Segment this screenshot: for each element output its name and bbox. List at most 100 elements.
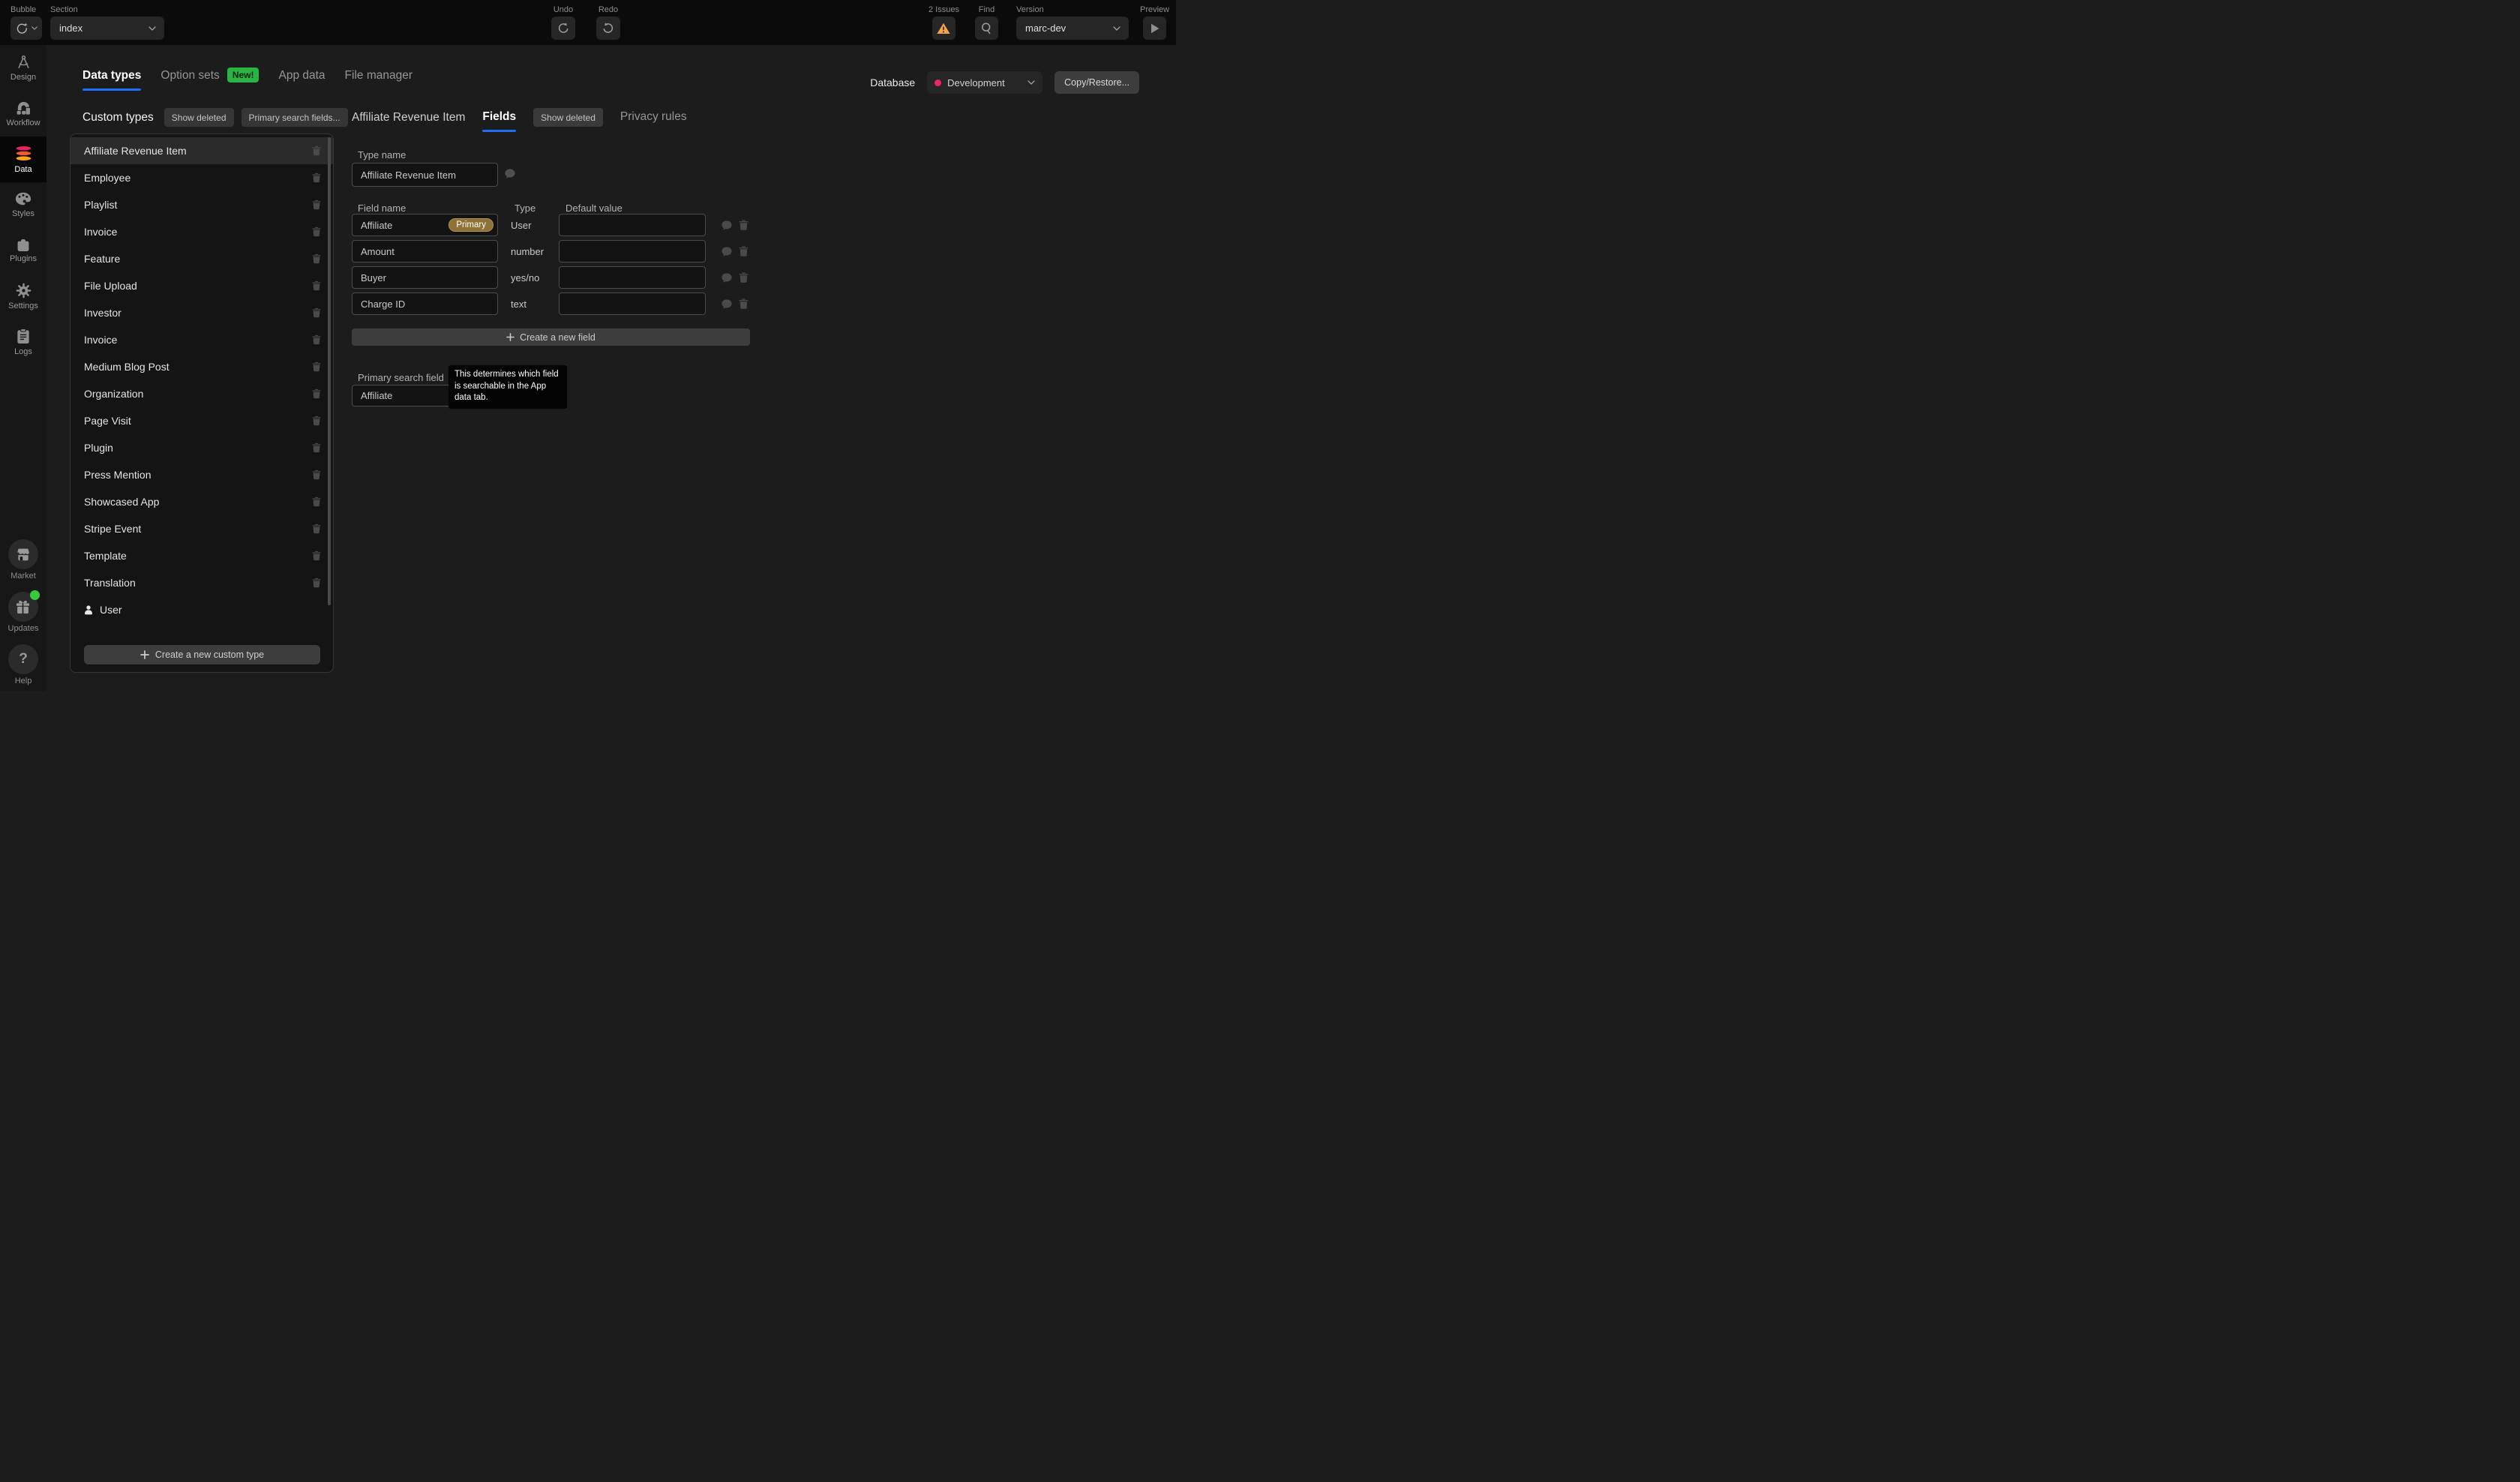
tab-option-sets[interactable]: Option sets New! xyxy=(160,69,259,91)
trash-icon[interactable] xyxy=(739,220,748,230)
field-name-value: Charge ID xyxy=(361,298,405,310)
show-deleted-button[interactable]: Show deleted xyxy=(164,108,234,127)
sidebar-item-styles[interactable]: Styles xyxy=(0,182,46,228)
sidebar-item-plugins[interactable]: Plugins xyxy=(0,228,46,274)
bubble-menu-button[interactable] xyxy=(10,16,42,40)
undo-button[interactable] xyxy=(551,16,575,40)
sidebar-item-market[interactable]: Market xyxy=(8,539,38,580)
custom-type-label: Affiliate Revenue Item xyxy=(84,145,187,157)
trash-icon[interactable] xyxy=(312,226,321,237)
default-value-input[interactable] xyxy=(559,214,706,236)
trash-icon[interactable] xyxy=(739,272,748,283)
custom-type-row[interactable]: Affiliate Revenue Item xyxy=(70,137,333,164)
trash-icon[interactable] xyxy=(312,524,321,534)
tab-privacy-rules[interactable]: Privacy rules xyxy=(620,110,687,125)
sidebar-item-design[interactable]: Design xyxy=(0,45,46,91)
custom-type-row[interactable]: Medium Blog Post xyxy=(70,353,333,380)
sidebar-item-help[interactable]: ? Help xyxy=(8,644,38,686)
default-value-input[interactable] xyxy=(559,240,706,262)
field-name-input[interactable]: Buyer xyxy=(352,266,498,289)
issues-button[interactable] xyxy=(932,16,956,40)
custom-type-row[interactable]: Feature xyxy=(70,245,333,272)
custom-type-row[interactable]: Template xyxy=(70,542,333,569)
sidebar-item-updates[interactable]: Updates xyxy=(8,592,39,633)
trash-icon[interactable] xyxy=(312,254,321,264)
custom-type-label: Press Mention xyxy=(84,469,151,481)
custom-type-row[interactable]: Translation xyxy=(70,569,333,596)
sidebar-item-data[interactable]: Data xyxy=(0,136,46,182)
comment-icon[interactable] xyxy=(722,247,732,256)
trash-icon[interactable] xyxy=(312,578,321,588)
find-group: Find xyxy=(975,5,998,40)
tab-data-types[interactable]: Data types xyxy=(82,69,141,91)
plugin-icon xyxy=(15,239,32,251)
trash-icon[interactable] xyxy=(312,470,321,480)
custom-type-row[interactable]: Invoice xyxy=(70,218,333,245)
trash-icon[interactable] xyxy=(312,334,321,345)
custom-type-row[interactable]: User xyxy=(70,596,333,623)
selected-type-title: Affiliate Revenue Item xyxy=(352,111,465,124)
environment-dropdown[interactable]: Development xyxy=(927,71,1042,94)
show-deleted-fields-button[interactable]: Show deleted xyxy=(533,108,603,127)
version-dropdown[interactable]: marc-dev xyxy=(1016,16,1129,40)
sidebar-item-logs[interactable]: Logs xyxy=(0,320,46,365)
sidebar-item-workflow[interactable]: Workflow xyxy=(0,91,46,136)
find-button[interactable] xyxy=(975,16,998,40)
logs-clipboard-icon xyxy=(16,328,30,344)
trash-icon[interactable] xyxy=(312,146,321,156)
comment-icon[interactable] xyxy=(722,220,732,230)
trash-icon[interactable] xyxy=(739,298,748,309)
field-name-input[interactable]: Amount xyxy=(352,240,498,262)
trash-icon[interactable] xyxy=(312,308,321,318)
redo-button[interactable] xyxy=(596,16,620,40)
copy-restore-button[interactable]: Copy/Restore... xyxy=(1054,71,1139,94)
custom-type-row[interactable]: File Upload xyxy=(70,272,333,299)
default-value-input[interactable] xyxy=(559,266,706,289)
comment-icon[interactable] xyxy=(722,299,732,309)
trash-icon[interactable] xyxy=(312,442,321,453)
tab-app-data[interactable]: App data xyxy=(278,69,325,91)
type-detail-header: Affiliate Revenue Item Fields Show delet… xyxy=(352,108,687,127)
custom-type-row[interactable]: Showcased App xyxy=(70,488,333,515)
sidebar-item-settings[interactable]: Settings xyxy=(0,274,46,320)
custom-type-row[interactable]: Plugin xyxy=(70,434,333,461)
custom-type-label: Showcased App xyxy=(84,496,159,508)
custom-type-row[interactable]: Employee xyxy=(70,164,333,191)
preview-button[interactable] xyxy=(1143,16,1166,40)
list-scrollbar[interactable] xyxy=(328,137,331,605)
trash-icon[interactable] xyxy=(312,416,321,426)
trash-icon[interactable] xyxy=(312,200,321,210)
trash-icon[interactable] xyxy=(312,362,321,372)
type-name-input[interactable] xyxy=(352,163,498,187)
custom-type-label: Investor xyxy=(84,307,122,319)
tab-label: File manager xyxy=(345,69,412,91)
trash-icon[interactable] xyxy=(312,172,321,183)
tab-file-manager[interactable]: File manager xyxy=(345,69,412,91)
trash-icon[interactable] xyxy=(312,496,321,507)
field-name-input[interactable]: Charge ID xyxy=(352,292,498,315)
custom-type-row[interactable]: Organization xyxy=(70,380,333,407)
data-tabs: Data types Option sets New! App data Fil… xyxy=(82,69,412,91)
field-name-input[interactable]: Affiliate Primary xyxy=(352,214,498,236)
gift-icon xyxy=(8,592,38,622)
trash-icon[interactable] xyxy=(739,246,748,256)
primary-search-fields-button[interactable]: Primary search fields... xyxy=(242,108,348,127)
comment-icon[interactable] xyxy=(722,273,732,283)
tab-fields[interactable]: Fields xyxy=(482,110,516,125)
custom-type-row[interactable]: Press Mention xyxy=(70,461,333,488)
trash-icon[interactable] xyxy=(312,550,321,561)
create-field-button[interactable]: Create a new field xyxy=(352,328,750,346)
default-value-input[interactable] xyxy=(559,292,706,315)
custom-type-row[interactable]: Investor xyxy=(70,299,333,326)
create-custom-type-button[interactable]: Create a new custom type xyxy=(84,645,320,664)
custom-type-row[interactable]: Stripe Event xyxy=(70,515,333,542)
section-dropdown[interactable]: index xyxy=(50,16,164,40)
custom-type-row[interactable]: Invoice xyxy=(70,326,333,353)
comment-icon[interactable] xyxy=(505,169,515,178)
custom-type-row[interactable]: Page Visit xyxy=(70,407,333,434)
trash-icon[interactable] xyxy=(312,388,321,399)
custom-type-row[interactable]: Playlist xyxy=(70,191,333,218)
trash-icon[interactable] xyxy=(312,280,321,291)
custom-type-label: User xyxy=(100,604,122,616)
custom-type-label: Plugin xyxy=(84,442,113,454)
